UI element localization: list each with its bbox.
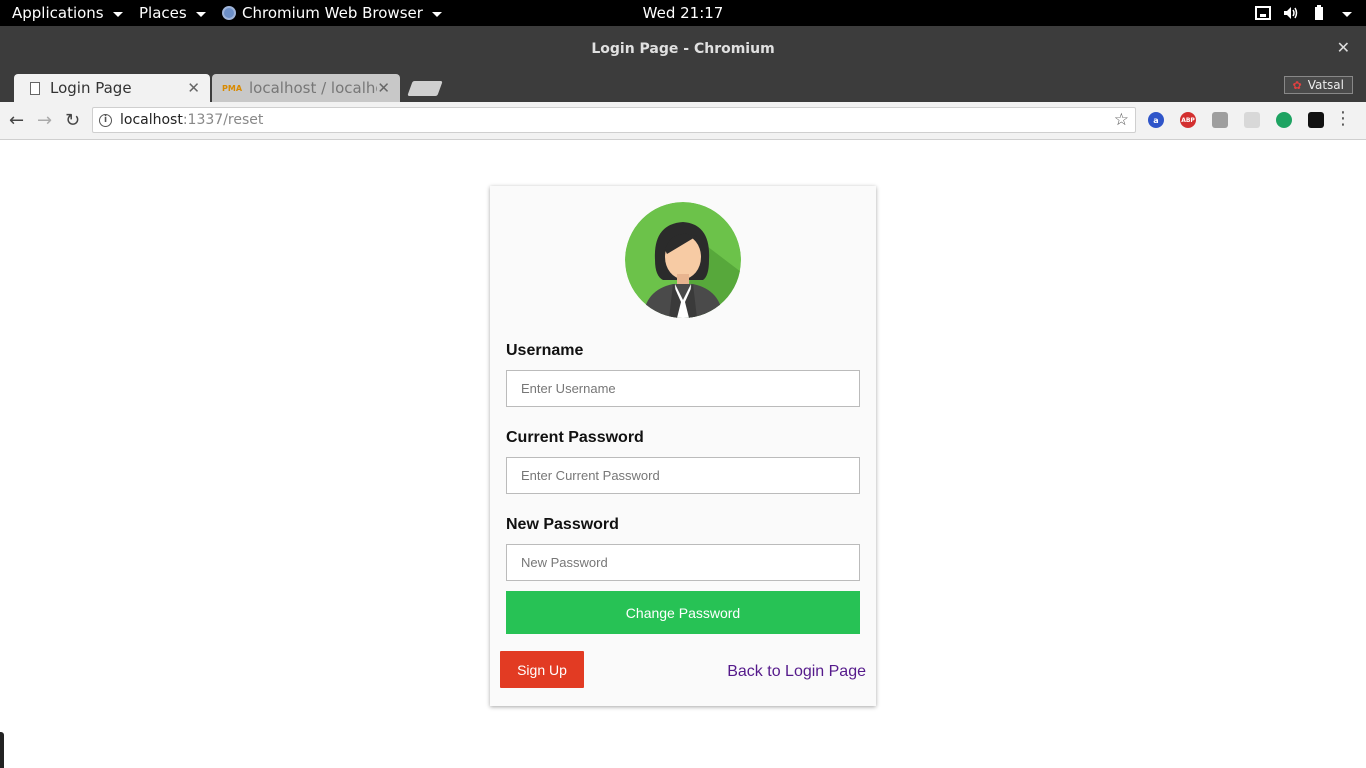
info-icon[interactable]: i (99, 113, 112, 127)
sign-up-button[interactable]: Sign Up (500, 651, 584, 688)
change-password-button[interactable]: Change Password (506, 591, 860, 634)
username-input[interactable] (506, 370, 860, 407)
url-path: :1337/reset (182, 112, 264, 128)
cast-extension-icon[interactable] (1244, 112, 1260, 128)
reset-password-card: Username Current Password New Password C… (490, 186, 876, 706)
back-to-login-link[interactable]: Back to Login Page (727, 663, 866, 681)
clock[interactable]: Wed 21:17 (0, 4, 1366, 22)
profile-button[interactable]: ✿ Vatsal (1283, 76, 1353, 94)
dock-edge (0, 732, 4, 768)
adblock-plus-icon[interactable]: ABP (1180, 112, 1196, 128)
username-label: Username (506, 342, 584, 359)
chevron-down-icon (1342, 11, 1352, 17)
close-tab-icon[interactable]: ✕ (377, 79, 390, 97)
forward-arrow-icon[interactable]: → (37, 110, 52, 131)
new-tab-button[interactable] (407, 81, 443, 96)
gnome-extension-icon[interactable] (1308, 112, 1324, 128)
a-extension-icon[interactable]: a (1148, 112, 1164, 128)
url-host: localhost (120, 112, 183, 128)
window-title: Login Page - Chromium (591, 41, 775, 57)
volume-icon (1284, 7, 1298, 19)
new-password-input[interactable] (506, 544, 860, 581)
tab-label: localhost / localhost (249, 79, 377, 97)
menu-icon[interactable]: ⋮ (1334, 110, 1352, 128)
tab-login-page[interactable]: Login Page ✕ (14, 74, 210, 102)
address-bar[interactable]: i localhost:1337/reset ☆ (92, 107, 1136, 133)
tab-label: Login Page (50, 79, 132, 97)
system-tray[interactable] (1255, 5, 1352, 21)
new-password-label: New Password (506, 516, 619, 533)
avatar-icon (625, 202, 741, 318)
tab-localhost[interactable]: PMA localhost / localhost ✕ (212, 74, 400, 102)
hangouts-extension-icon[interactable] (1276, 112, 1292, 128)
close-tab-icon[interactable]: ✕ (187, 79, 200, 97)
page-icon (30, 81, 40, 95)
star-icon[interactable]: ☆ (1114, 110, 1129, 130)
browser-toolbar: ← → ↻ i localhost:1337/reset ☆ a ABP ⋮ (0, 102, 1366, 140)
window-title-bar: Login Page - Chromium ✕ (0, 26, 1366, 73)
incognito-icon: ✿ (1292, 78, 1302, 92)
mail-extension-icon[interactable] (1212, 112, 1228, 128)
system-top-bar: Applications Places Chromium Web Browser… (0, 0, 1366, 26)
current-password-input[interactable] (506, 457, 860, 494)
reload-icon[interactable]: ↻ (65, 110, 80, 131)
close-window-icon[interactable]: ✕ (1337, 38, 1350, 57)
network-icon (1255, 6, 1271, 20)
phpmyadmin-icon: PMA (222, 83, 243, 93)
user-avatar (625, 202, 741, 318)
current-password-label: Current Password (506, 429, 644, 446)
battery-icon (1315, 5, 1323, 20)
back-arrow-icon[interactable]: ← (9, 110, 24, 131)
tab-strip: Login Page ✕ PMA localhost / localhost ✕ (0, 73, 1366, 102)
profile-name: Vatsal (1307, 78, 1344, 92)
